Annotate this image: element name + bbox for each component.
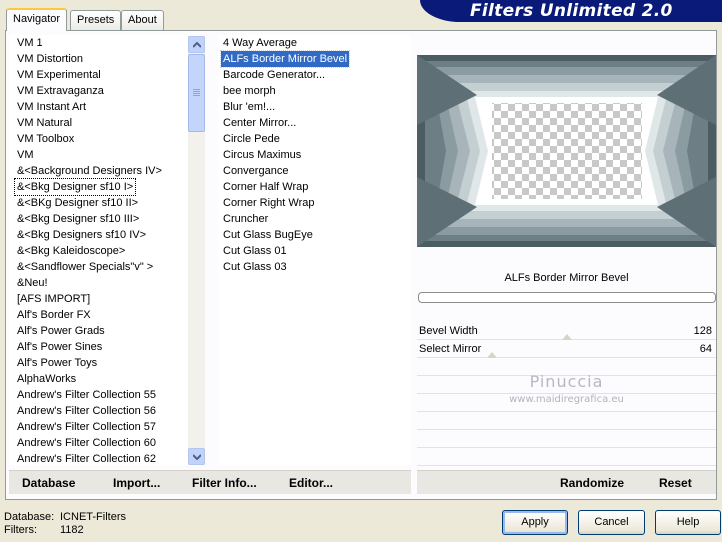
category-list-item[interactable]: &Neu!: [15, 275, 50, 291]
apply-button[interactable]: Apply: [502, 510, 568, 535]
tab-presets[interactable]: Presets: [70, 10, 122, 30]
editor-link[interactable]: Editor...: [289, 476, 333, 490]
app-title: Filters Unlimited 2.0: [470, 1, 673, 21]
category-list-item[interactable]: VM Natural: [15, 115, 74, 131]
import-link[interactable]: Import...: [113, 476, 160, 490]
scroll-down-button[interactable]: [188, 448, 205, 465]
category-list-item[interactable]: AlphaWorks: [15, 371, 78, 387]
filter-list-item[interactable]: Corner Right Wrap: [221, 195, 317, 211]
watermark-url: www.maidiregrafica.eu: [509, 394, 624, 405]
category-list-item[interactable]: VM 1: [15, 35, 45, 51]
filter-list-item[interactable]: Cruncher: [221, 211, 270, 227]
category-list-item[interactable]: Andrew's Filter Collection 56: [15, 403, 158, 419]
category-scrollbar[interactable]: [188, 36, 205, 465]
category-list-item[interactable]: Alf's Power Sines: [15, 339, 104, 355]
category-list-item[interactable]: Andrew's Filter Collection 55: [15, 387, 158, 403]
category-list-item[interactable]: VM Instant Art: [15, 99, 88, 115]
category-list-item[interactable]: [AFS IMPORT]: [15, 291, 92, 307]
param-select-mirror[interactable]: Select Mirror 64: [417, 342, 716, 358]
slider-marker[interactable]: [562, 334, 572, 340]
cancel-button[interactable]: Cancel: [578, 510, 645, 535]
filter-list-item[interactable]: Barcode Generator...: [221, 67, 327, 83]
filter-list-item[interactable]: Center Mirror...: [221, 115, 298, 131]
category-list-item[interactable]: &<Sandflower Specials"v" >: [15, 259, 155, 275]
category-list-item[interactable]: Alf's Power Toys: [15, 355, 99, 371]
category-list-item[interactable]: Alf's Power Grads: [15, 323, 107, 339]
category-list-item[interactable]: Andrew's Filter Collection 57: [15, 419, 158, 435]
filter-list-item[interactable]: Blur 'em!...: [221, 99, 277, 115]
filter-list-item[interactable]: ALFs Border Mirror Bevel: [219, 50, 351, 68]
tab-about[interactable]: About: [121, 10, 164, 30]
slider-marker[interactable]: [487, 352, 497, 358]
randomize-link[interactable]: Randomize: [560, 476, 624, 490]
scroll-up-button[interactable]: [188, 36, 205, 53]
param-row-empty: [417, 432, 716, 448]
category-list-item[interactable]: &<Bkg Designers sf10 IV>: [15, 227, 148, 243]
filters-count-label: Filters:: [4, 524, 37, 536]
filter-list-item[interactable]: Corner Half Wrap: [221, 179, 310, 195]
filter-list-item[interactable]: Circus Maximus: [221, 147, 303, 163]
filter-list-item[interactable]: Circle Pede: [221, 131, 282, 147]
category-list-item[interactable]: Andrew's Filter Collection 62: [15, 451, 158, 465]
filter-list-item[interactable]: Cut Glass 03: [221, 259, 289, 275]
filter-list-item[interactable]: bee morph: [221, 83, 278, 99]
reset-link[interactable]: Reset: [659, 476, 692, 490]
filters-count-value: 1182: [60, 524, 84, 536]
filter-info-link[interactable]: Filter Info...: [192, 476, 257, 490]
category-list-item[interactable]: VM Toolbox: [15, 131, 76, 147]
param-value: 64: [699, 343, 712, 355]
filter-list-item[interactable]: 4 Way Average: [221, 35, 299, 51]
param-bevel-width[interactable]: Bevel Width 128: [417, 324, 716, 340]
database-label: Database:: [4, 511, 55, 523]
filter-list[interactable]: 4 Way Average ALFs Border Mirror Bevel Bar…: [218, 35, 410, 465]
param-value: 128: [693, 325, 712, 337]
category-list-item[interactable]: VM Distortion: [15, 51, 85, 67]
preview-image: [417, 55, 716, 247]
category-list-item[interactable]: Alf's Border FX: [15, 307, 93, 323]
preview-bevel-graphic: [417, 55, 716, 247]
tab-navigator[interactable]: Navigator: [6, 8, 68, 31]
category-list-item[interactable]: VM: [15, 147, 36, 163]
scroll-thumb[interactable]: [188, 54, 205, 132]
param-row-empty: [417, 450, 716, 466]
watermark-name: Pinuccia: [529, 372, 604, 391]
param-label: Select Mirror: [419, 343, 482, 355]
help-button[interactable]: Help: [655, 510, 721, 535]
category-list-item[interactable]: VM Extravaganza: [15, 83, 106, 99]
param-row-empty: [417, 414, 716, 430]
progress-bar: [418, 292, 716, 303]
database-value: ICNET-Filters: [60, 511, 126, 523]
filter-list-item[interactable]: Cut Glass 01: [221, 243, 289, 259]
chevron-up-icon: [193, 42, 201, 48]
category-list-item[interactable]: &<BKg Designer sf10 II>: [15, 195, 140, 211]
category-list[interactable]: VM 1 VM Distortion VM Experimental VM Extra…: [9, 35, 188, 465]
category-list-item[interactable]: &<Bkg Designer sf10 III>: [15, 211, 141, 227]
param-label: Bevel Width: [419, 325, 478, 337]
preview-filter-name: ALFs Border Mirror Bevel: [504, 272, 629, 284]
category-list-item[interactable]: Andrew's Filter Collection 60: [15, 435, 158, 451]
database-link[interactable]: Database: [22, 476, 75, 490]
category-list-item[interactable]: &<Bkg Designer sf10 I>: [13, 178, 137, 196]
category-list-item[interactable]: &<Bkg Kaleidoscope>: [15, 243, 127, 259]
filter-list-item[interactable]: Cut Glass BugEye: [221, 227, 315, 243]
filter-list-item[interactable]: Convergance: [221, 163, 290, 179]
category-list-item[interactable]: &<Background Designers IV>: [15, 163, 164, 179]
category-list-item[interactable]: VM Experimental: [15, 67, 103, 83]
chevron-down-icon: [193, 454, 201, 460]
